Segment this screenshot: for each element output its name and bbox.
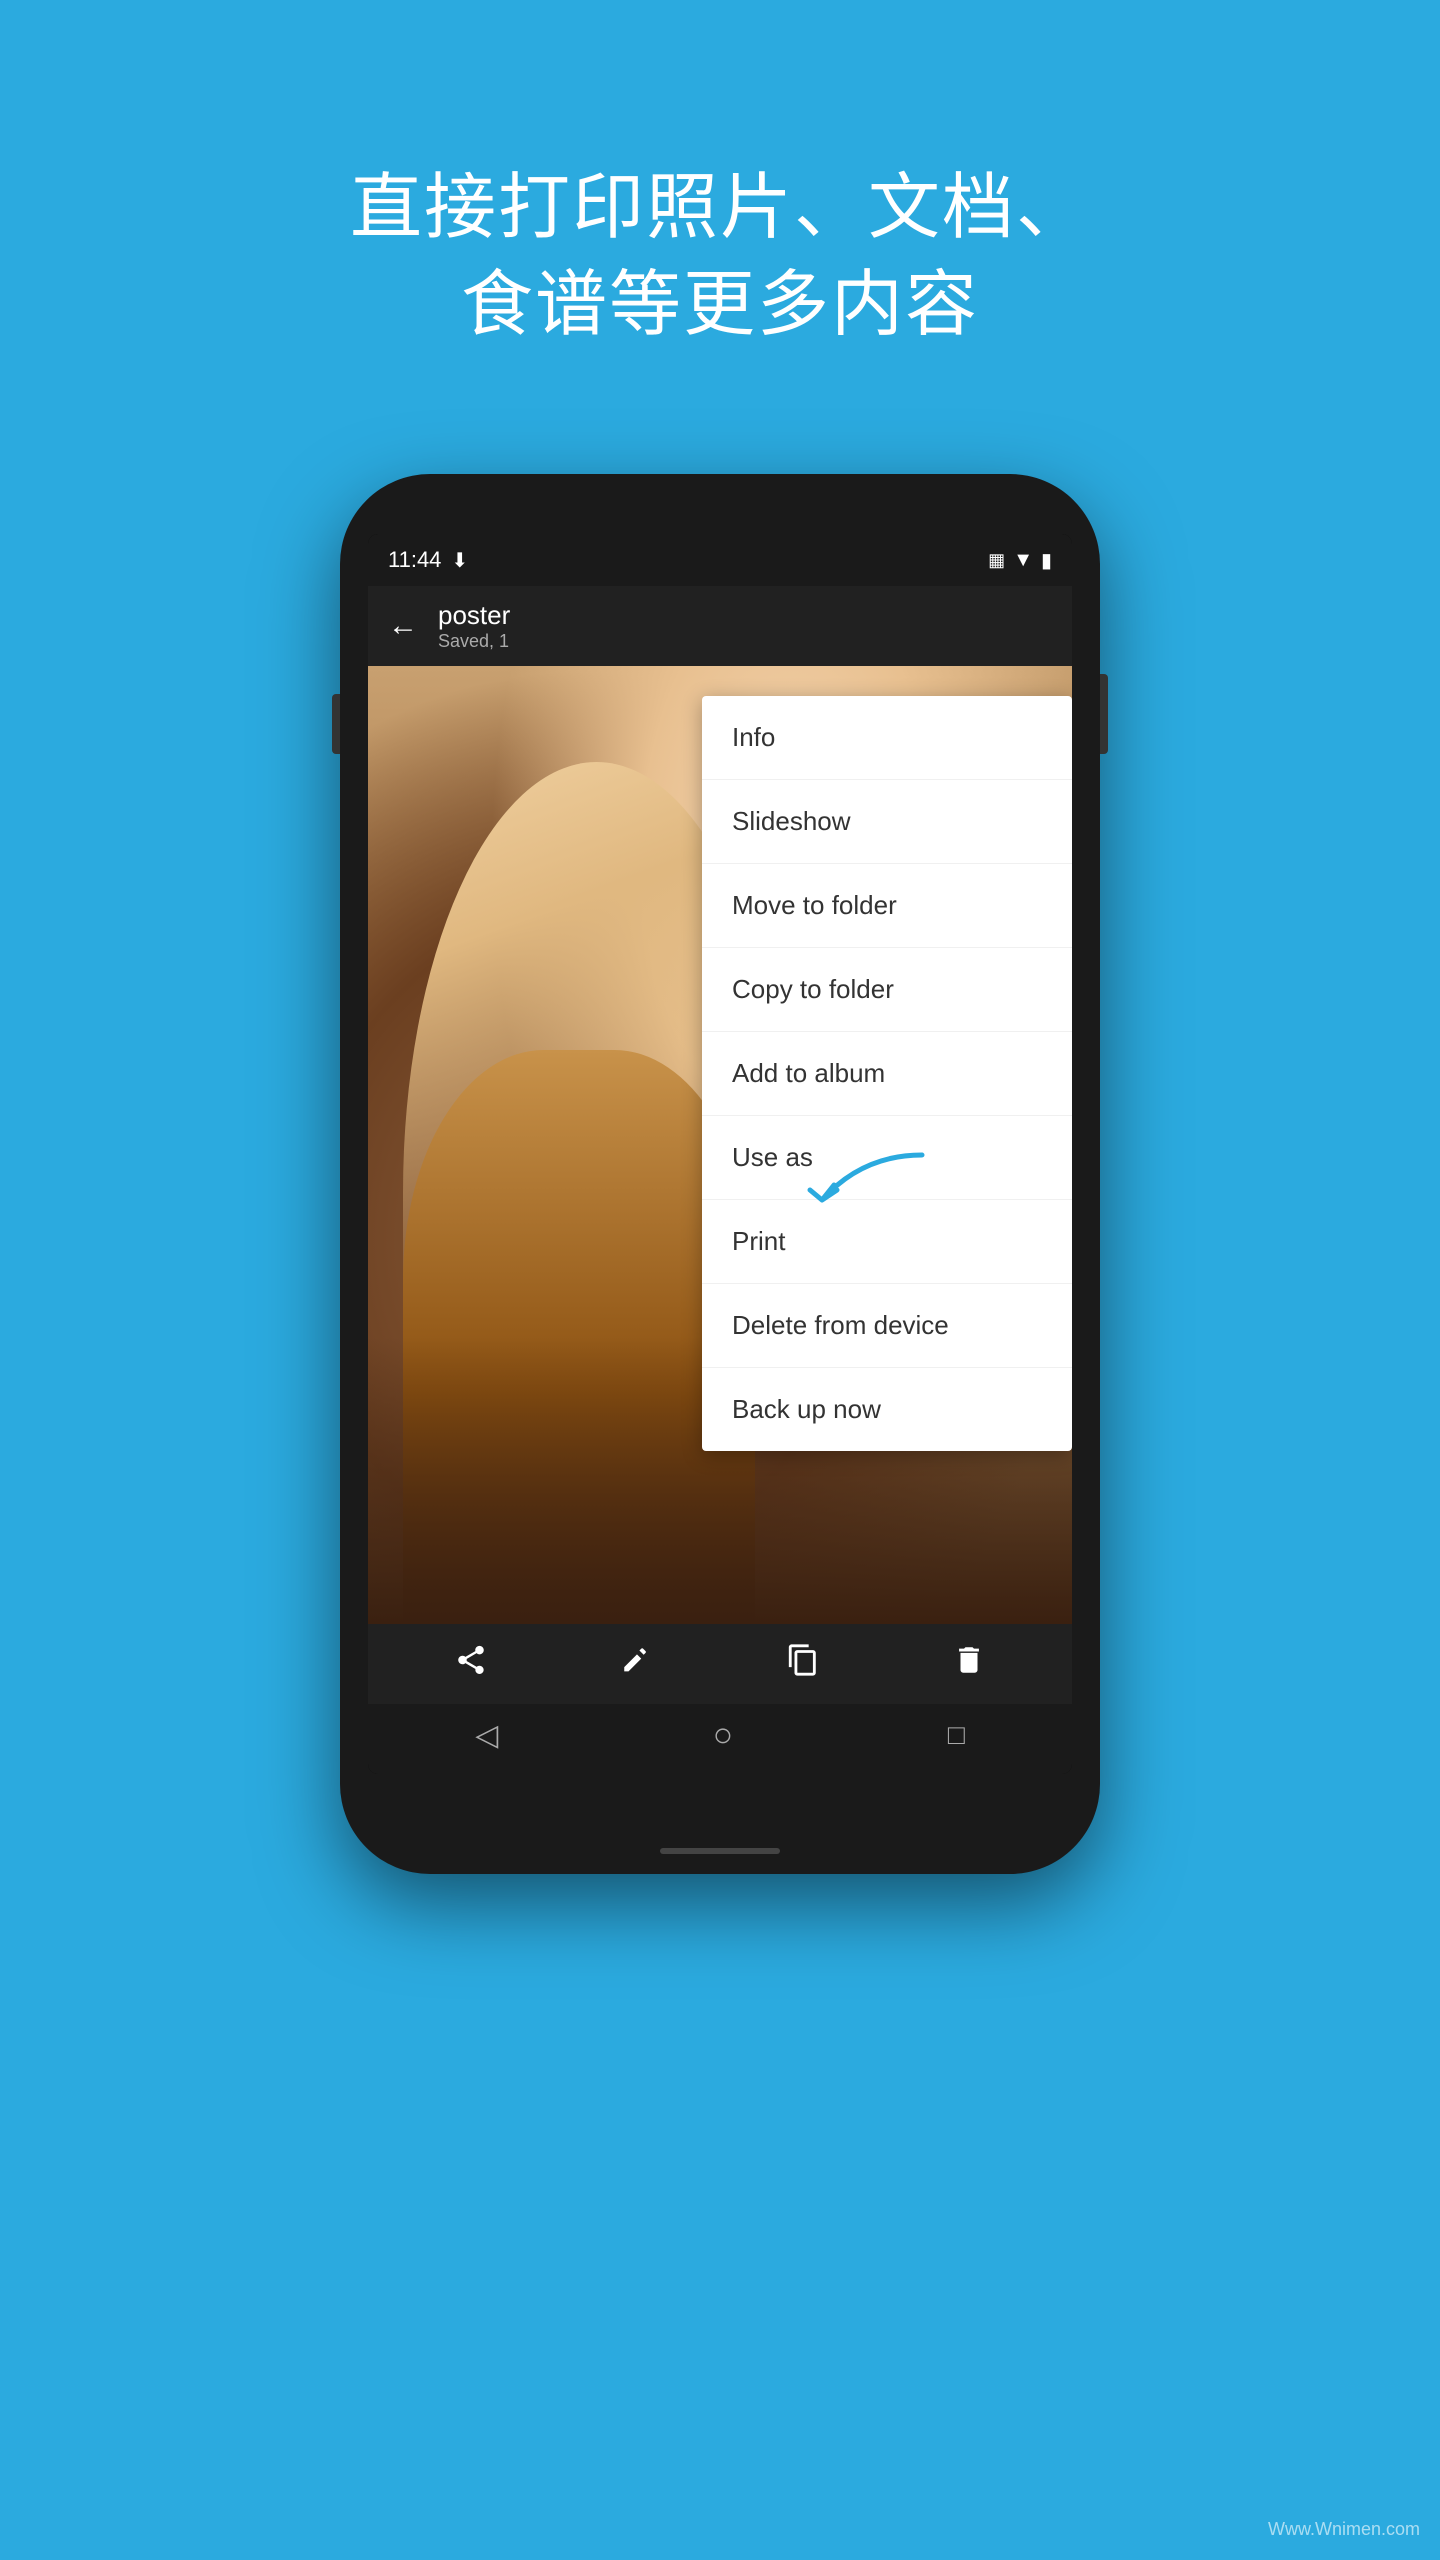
menu-item-print[interactable]: Print (702, 1200, 1072, 1284)
app-bar-title: poster (438, 600, 1052, 631)
app-bar-info: poster Saved, 1 (438, 600, 1052, 652)
phone-wrapper: 11:44 ⬇ ▦ ▼ ▮ ← poster Saved, 1 (340, 474, 1100, 1874)
status-left: 11:44 ⬇ (388, 547, 468, 573)
home-indicator (660, 1848, 780, 1854)
status-bar: 11:44 ⬇ ▦ ▼ ▮ (368, 534, 1072, 586)
menu-item-add-to-album[interactable]: Add to album (702, 1032, 1072, 1116)
print-arrow-annotation (782, 1145, 942, 1235)
wifi-icon: ▼ (1013, 549, 1033, 572)
back-button[interactable]: ← (388, 609, 418, 643)
time-display: 11:44 (388, 547, 441, 573)
phone-shell: 11:44 ⬇ ▦ ▼ ▮ ← poster Saved, 1 (340, 474, 1100, 1874)
battery-icon: ▮ (1041, 548, 1052, 573)
status-right: ▦ ▼ ▮ (988, 548, 1052, 573)
share-button[interactable] (454, 1643, 488, 1685)
bottom-toolbar (368, 1624, 1072, 1704)
menu-item-info[interactable]: Info (702, 696, 1072, 780)
copy-button[interactable] (786, 1643, 820, 1685)
phone-screen: 11:44 ⬇ ▦ ▼ ▮ ← poster Saved, 1 (368, 534, 1072, 1774)
nav-recent-button[interactable]: □ (948, 1719, 965, 1751)
menu-item-delete-from-device[interactable]: Delete from device (702, 1284, 1072, 1368)
context-menu: Info Slideshow Move to folder Copy to fo… (702, 696, 1072, 1451)
edit-button[interactable] (620, 1643, 654, 1685)
menu-item-copy-to-folder[interactable]: Copy to folder (702, 948, 1072, 1032)
menu-item-move-to-folder[interactable]: Move to folder (702, 864, 1072, 948)
app-bar: ← poster Saved, 1 (368, 586, 1072, 666)
content-area: Info Slideshow Move to folder Copy to fo… (368, 666, 1072, 1624)
vibrate-icon: ▦ (988, 550, 1005, 571)
watermark: Www.Wnimen.com (1268, 2519, 1420, 2540)
app-bar-subtitle: Saved, 1 (438, 631, 1052, 652)
menu-item-slideshow[interactable]: Slideshow (702, 780, 1072, 864)
menu-item-back-up-now[interactable]: Back up now (702, 1368, 1072, 1451)
nav-back-button[interactable]: ◁ (475, 1718, 498, 1753)
headline: 直接打印照片、文档、 食谱等更多内容 (350, 160, 1090, 354)
download-icon: ⬇ (451, 548, 468, 573)
nav-home-button[interactable]: ○ (713, 1716, 734, 1755)
volume-button[interactable] (332, 694, 340, 754)
nav-bar: ◁ ○ □ (368, 1704, 1072, 1774)
delete-button[interactable] (952, 1643, 986, 1685)
power-button[interactable] (1100, 674, 1108, 754)
photo-background: Info Slideshow Move to folder Copy to fo… (368, 666, 1072, 1624)
